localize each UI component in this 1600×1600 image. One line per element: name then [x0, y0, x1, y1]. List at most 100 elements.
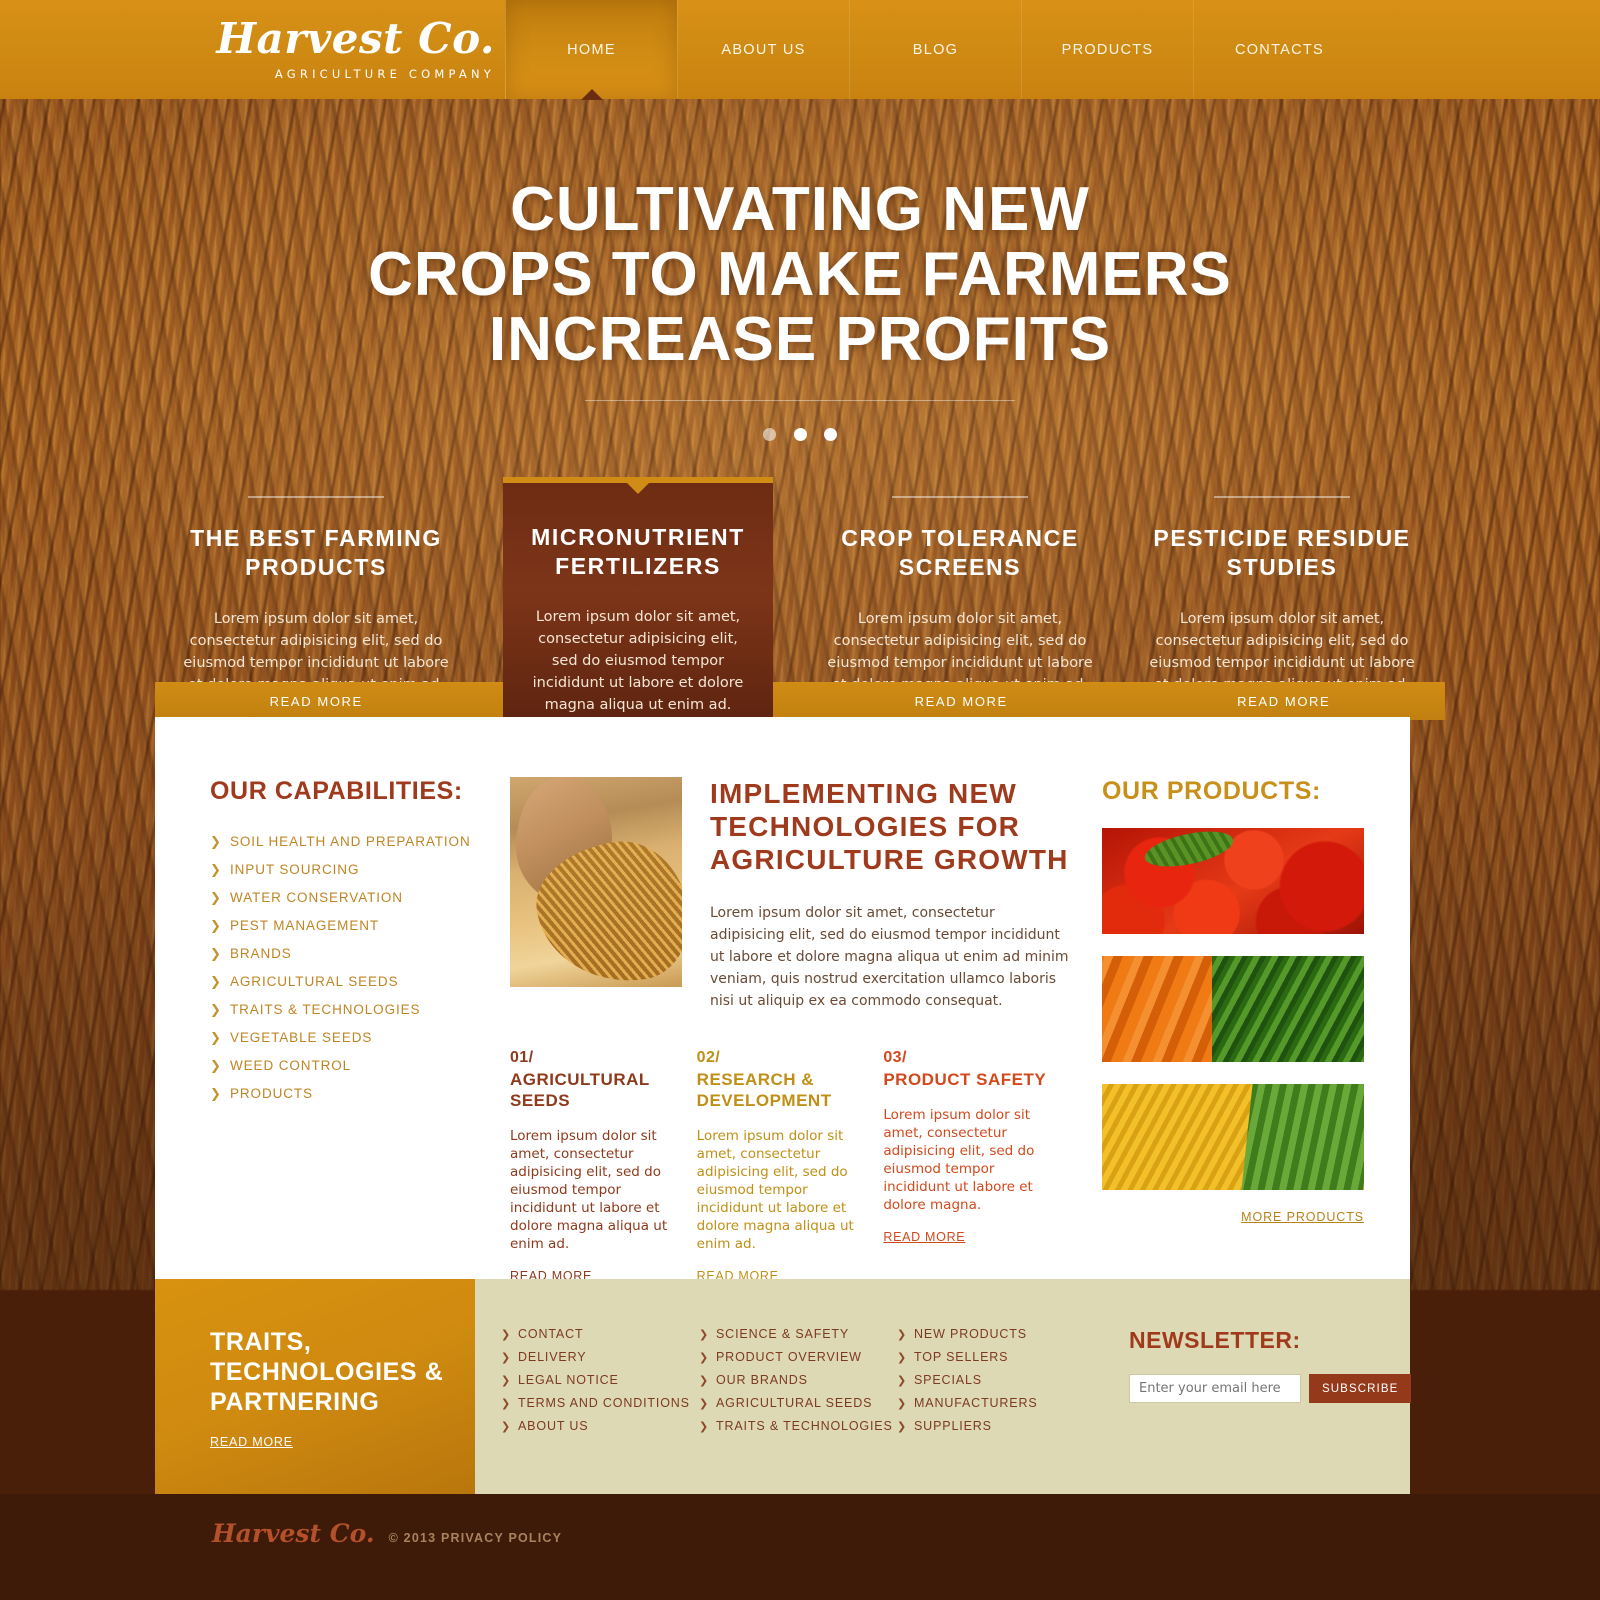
footer-link-agricultural-seeds[interactable]: ❯ AGRICULTURAL SEEDS — [699, 1396, 897, 1410]
article-column-2: 02/ RESEARCH & DEVELOPMENT Lorem ipsum d… — [697, 1049, 884, 1284]
footer-link-product-overview[interactable]: ❯ PRODUCT OVERVIEW — [699, 1350, 897, 1364]
capabilities-list: ❯ SOIL HEALTH AND PREPARATION ❯ INPUT SO… — [210, 834, 500, 1102]
capability-label: INPUT SOURCING — [230, 862, 360, 877]
hero-heading-line-3: INCREASE PROFITS — [488, 305, 1112, 374]
nav-item-about-us[interactable]: ABOUT US — [677, 0, 849, 99]
capability-item-agricultural-seeds[interactable]: ❯ AGRICULTURAL SEEDS — [210, 974, 500, 990]
main-navigation: HOME ABOUT US BLOG PRODUCTS CONTACTS — [505, 0, 1365, 100]
footer-link-about-us[interactable]: ❯ ABOUT US — [501, 1419, 699, 1433]
copyright-text[interactable]: © 2013 PRIVACY POLICY — [389, 1531, 563, 1545]
article-column-1-number: 01/ — [510, 1049, 534, 1066]
slider-dot-3[interactable] — [823, 428, 837, 441]
nav-item-home[interactable]: HOME — [505, 0, 677, 100]
chevron-right-icon: ❯ — [210, 891, 221, 906]
slider-dot-1[interactable] — [763, 428, 777, 441]
slider-dot-2[interactable] — [793, 428, 807, 441]
chevron-right-icon: ❯ — [897, 1374, 907, 1387]
feature-card-4-read-more[interactable]: READ MORE — [1123, 682, 1446, 720]
article-column-3-read-more[interactable]: READ MORE — [883, 1230, 965, 1244]
newsletter-section: NEWSLETTER: SUBSCRIBE — [1095, 1327, 1412, 1494]
footer-link-terms-and-conditions[interactable]: ❯ TERMS AND CONDITIONS — [501, 1396, 699, 1410]
footer-link-specials[interactable]: ❯ SPECIALS — [897, 1373, 1095, 1387]
feature-card-1-read-more[interactable]: READ MORE — [155, 682, 478, 720]
chevron-right-icon: ❯ — [501, 1374, 511, 1387]
capability-item-soil-health[interactable]: ❯ SOIL HEALTH AND PREPARATION — [210, 834, 500, 850]
capability-item-pest-management[interactable]: ❯ PEST MANAGEMENT — [210, 918, 500, 934]
footer-link-delivery[interactable]: ❯ DELIVERY — [501, 1350, 699, 1364]
footer-link-label: SUPPLIERS — [914, 1419, 992, 1433]
capabilities-title: OUR CAPABILITIES: — [210, 777, 463, 805]
chevron-right-icon: ❯ — [501, 1328, 511, 1341]
nav-item-products[interactable]: PRODUCTS — [1021, 0, 1193, 99]
copyright-logo: Harvest Co. — [212, 1519, 375, 1548]
chevron-right-icon: ❯ — [210, 947, 221, 962]
capability-label: PEST MANAGEMENT — [230, 918, 380, 933]
article-column-1: 01/ AGRICULTURAL SEEDS Lorem ipsum dolor… — [510, 1049, 697, 1284]
capability-item-weed-control[interactable]: ❯ WEED CONTROL — [210, 1058, 500, 1074]
feature-card-4: PESTICIDE RESIDUE STUDIES Lorem ipsum do… — [1121, 486, 1443, 696]
capability-item-vegetable-seeds[interactable]: ❯ VEGETABLE SEEDS — [210, 1030, 500, 1046]
capability-item-brands[interactable]: ❯ BRANDS — [210, 946, 500, 962]
article-column-1-title: AGRICULTURAL SEEDS — [510, 1070, 650, 1110]
hero-heading-line-2: CROPS TO MAKE FARMERS — [368, 240, 1232, 309]
footer-link-suppliers[interactable]: ❯ SUPPLIERS — [897, 1419, 1095, 1433]
footer-link-label: TOP SELLERS — [914, 1350, 1009, 1364]
capability-item-input-sourcing[interactable]: ❯ INPUT SOURCING — [210, 862, 500, 878]
chevron-right-icon: ❯ — [897, 1397, 907, 1410]
product-thumb-tomatoes[interactable] — [1102, 828, 1364, 934]
capability-item-traits-technologies[interactable]: ❯ TRAITS & TECHNOLOGIES — [210, 1002, 500, 1018]
capability-item-water-conservation[interactable]: ❯ WATER CONSERVATION — [210, 890, 500, 906]
footer-link-contact[interactable]: ❯ CONTACT — [501, 1327, 699, 1341]
feature-card-2-highlighted[interactable]: MICRONUTRIENT FERTILIZERS Lorem ipsum do… — [503, 477, 773, 755]
slider-pagination — [0, 426, 1600, 445]
footer-link-label: SCIENCE & SAFETY — [716, 1327, 850, 1341]
article-columns: 01/ AGRICULTURAL SEEDS Lorem ipsum dolor… — [510, 1049, 1070, 1284]
nav-item-blog[interactable]: BLOG — [849, 0, 1021, 99]
footer-promo-read-more[interactable]: READ MORE — [210, 1435, 293, 1449]
products-title: OUR PRODUCTS: — [1102, 777, 1321, 805]
chevron-right-icon: ❯ — [897, 1420, 907, 1433]
feature-card-3-read-more[interactable]: READ MORE — [800, 682, 1123, 720]
product-thumb-corn[interactable] — [1102, 1084, 1364, 1190]
farmer-wheat-photo — [510, 777, 682, 987]
footer-link-label: TRAITS & TECHNOLOGIES — [716, 1419, 893, 1433]
feature-card-topline — [1214, 496, 1350, 498]
footer-link-our-brands[interactable]: ❯ OUR BRANDS — [699, 1373, 897, 1387]
chevron-right-icon: ❯ — [501, 1420, 511, 1433]
newsletter-subscribe-button[interactable]: SUBSCRIBE — [1309, 1374, 1412, 1403]
products-section: OUR PRODUCTS: MORE PRODUCTS — [1070, 777, 1370, 1284]
capability-label: VEGETABLE SEEDS — [230, 1030, 373, 1045]
main-article-heading: IMPLEMENTING NEW TECHNOLOGIES FOR AGRICU… — [710, 778, 1069, 875]
feature-card-1: THE BEST FARMING PRODUCTS Lorem ipsum do… — [155, 486, 477, 696]
site-logo[interactable]: Harvest Co. AGRICULTURE COMPANY — [195, 14, 495, 82]
footer-column-2: ❯ SCIENCE & SAFETY ❯ PRODUCT OVERVIEW ❯ … — [699, 1327, 897, 1494]
article-column-1-body: Lorem ipsum dolor sit amet, consectetur … — [510, 1128, 668, 1252]
footer-link-new-products[interactable]: ❯ NEW PRODUCTS — [897, 1327, 1095, 1341]
more-products-link[interactable]: MORE PRODUCTS — [1102, 1210, 1364, 1224]
chevron-right-icon: ❯ — [210, 975, 221, 990]
footer-link-traits-technologies[interactable]: ❯ TRAITS & TECHNOLOGIES — [699, 1419, 897, 1433]
chevron-right-icon: ❯ — [897, 1328, 907, 1341]
chevron-right-icon: ❯ — [699, 1328, 709, 1341]
footer-link-manufacturers[interactable]: ❯ MANUFACTURERS — [897, 1396, 1095, 1410]
newsletter-email-input[interactable] — [1129, 1374, 1301, 1403]
feature-card-topline — [248, 496, 384, 498]
chevron-right-icon: ❯ — [699, 1351, 709, 1364]
footer-link-top-sellers[interactable]: ❯ TOP SELLERS — [897, 1350, 1095, 1364]
footer-link-science-safety[interactable]: ❯ SCIENCE & SAFETY — [699, 1327, 897, 1341]
logo-tagline: AGRICULTURE COMPANY — [274, 67, 495, 81]
nav-item-contacts[interactable]: CONTACTS — [1193, 0, 1365, 99]
chevron-right-icon: ❯ — [210, 919, 221, 934]
footer-link-legal-notice[interactable]: ❯ LEGAL NOTICE — [501, 1373, 699, 1387]
chevron-right-icon: ❯ — [210, 1031, 221, 1046]
logo-name: Harvest Co. — [216, 14, 495, 63]
hero-heading-line-1: CULTIVATING NEW — [510, 175, 1090, 244]
capability-label: WEED CONTROL — [230, 1058, 352, 1073]
chevron-right-icon: ❯ — [501, 1351, 511, 1364]
product-thumb-carrots[interactable] — [1102, 956, 1364, 1062]
main-article-body: Lorem ipsum dolor sit amet, consectetur … — [710, 905, 1069, 1009]
feature-card-3-title: CROP TOLERANCE SCREENS — [841, 525, 1079, 580]
chevron-right-icon: ❯ — [210, 835, 221, 850]
capability-item-products[interactable]: ❯ PRODUCTS — [210, 1086, 500, 1102]
footer-column-1: ❯ CONTACT ❯ DELIVERY ❯ LEGAL NOTICE ❯ TE… — [501, 1327, 699, 1494]
